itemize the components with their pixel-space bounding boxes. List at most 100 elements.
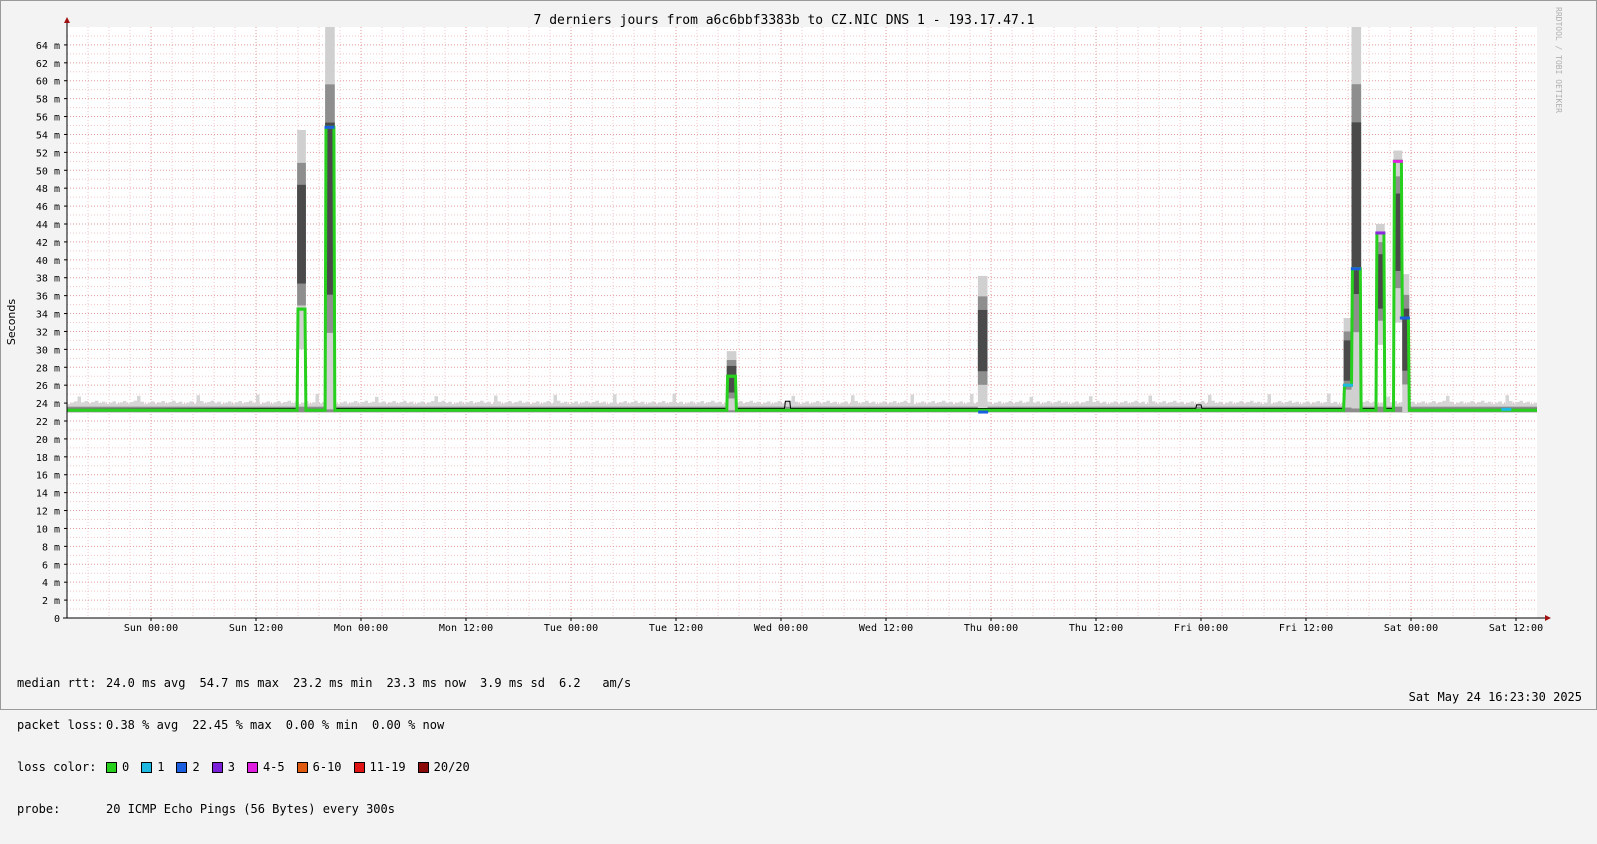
chart-title: 7 derniers jours from a6c6bbf3383b to CZ… <box>534 13 1035 28</box>
y-tick-label: 20 m <box>36 435 60 446</box>
y-tick-label: 36 m <box>36 292 60 303</box>
y-axis-arrow <box>64 17 70 23</box>
y-tick-label: 56 m <box>36 113 60 124</box>
loss-color-item: 1 <box>141 760 164 774</box>
loss-color-item: 4-5 <box>246 760 285 774</box>
y-tick-label: 24 m <box>36 399 60 410</box>
smokeping-graph: 7 derniers jours from a6c6bbf3383b to CZ… <box>0 0 1597 816</box>
median-rtt-ams: 6.2 am/s <box>558 676 632 690</box>
probe-label: probe: <box>17 802 61 816</box>
y-tick-label: 46 m <box>36 202 60 213</box>
median-rtt-max: 54.7 ms max <box>199 676 279 690</box>
y-tick-label: 22 m <box>36 417 60 428</box>
packet-loss-label: packet loss: <box>17 718 104 732</box>
loss-marker <box>978 410 989 414</box>
loss-marker <box>1343 383 1353 387</box>
y-tick-label: 8 m <box>42 542 60 553</box>
y-tick-label: 48 m <box>36 184 60 195</box>
median-rtt-row: median rtt: 24.0 ms avg 54.7 ms max 23.2… <box>17 676 645 690</box>
y-tick-label: 54 m <box>36 130 60 141</box>
y-tick-label: 34 m <box>36 310 60 321</box>
packet-loss-max: 22.45 % max <box>192 718 272 732</box>
y-tick-label: 60 m <box>36 77 60 88</box>
smoke-spike-core <box>977 309 988 372</box>
loss-color-item: 11-19 <box>353 760 406 774</box>
loss-marker <box>1399 316 1410 320</box>
y-tick-label: 28 m <box>36 363 60 374</box>
y-tick-label: 30 m <box>36 345 60 356</box>
loss-color-item-label: 4-5 <box>262 760 285 774</box>
median-rtt-label: median rtt: <box>17 676 97 690</box>
loss-marker <box>1375 231 1386 235</box>
median-rtt-now: 23.3 ms now <box>386 676 466 690</box>
y-tick-label: 12 m <box>36 507 60 518</box>
smoke-core <box>1397 406 1401 413</box>
loss-marker <box>1392 159 1403 163</box>
y-tick-label: 42 m <box>36 238 60 249</box>
x-tick-label: Sat 12:00 <box>1489 623 1543 634</box>
y-tick-label: 10 m <box>36 524 60 535</box>
loss-color-swatch <box>246 761 258 773</box>
loss-color-item: 3 <box>211 760 235 774</box>
y-tick-label: 62 m <box>36 59 60 70</box>
rrdtool-watermark: RRDTOOL / TOBI OETIKER <box>1554 7 1563 113</box>
loss-color-item-label: 2 <box>192 760 200 774</box>
y-tick-label: 50 m <box>36 166 60 177</box>
y-tick-label: 40 m <box>36 256 60 267</box>
x-tick-label: Tue 12:00 <box>649 623 703 634</box>
loss-color-swatch <box>176 761 188 773</box>
loss-color-item: 0 <box>106 760 129 774</box>
loss-color-item-label: 3 <box>227 760 235 774</box>
probe-row: probe: 20 ICMP Echo Pings (56 Bytes) eve… <box>17 802 645 816</box>
loss-color-swatch <box>106 761 117 773</box>
median-rtt-avg: 24.0 ms avg <box>106 676 186 690</box>
median-rtt-min: 23.2 ms min <box>292 676 373 690</box>
probe-value: 20 ICMP Echo Pings (56 Bytes) every 300s <box>106 802 395 816</box>
x-tick-label: Wed 00:00 <box>754 623 808 634</box>
loss-color-label: loss color: <box>17 760 97 774</box>
x-tick-label: Sun 12:00 <box>229 623 283 634</box>
loss-color-item-label: 20/20 <box>433 760 470 774</box>
y-tick-label: 2 m <box>42 596 60 607</box>
x-tick-label: Sat 00:00 <box>1384 623 1438 634</box>
y-tick-label: 26 m <box>36 381 60 392</box>
x-tick-label: Tue 00:00 <box>544 623 598 634</box>
y-tick-label: 0 <box>54 614 60 625</box>
y-tick-label: 44 m <box>36 220 60 231</box>
graph-timestamp: Sat May 24 16:23:30 2025 <box>1408 690 1582 704</box>
x-tick-label: Thu 12:00 <box>1069 623 1123 634</box>
y-tick-label: 6 m <box>42 560 60 571</box>
loss-marker <box>726 374 737 378</box>
x-tick-label: Fri 00:00 <box>1174 623 1228 634</box>
loss-color-swatch <box>141 761 153 773</box>
loss-color-item: 6-10 <box>296 760 342 774</box>
packet-loss-avg: 0.38 % avg <box>106 718 179 732</box>
x-tick-label: Wed 12:00 <box>859 623 913 634</box>
y-tick-label: 14 m <box>36 489 60 500</box>
loss-color-swatch <box>417 761 429 773</box>
loss-marker <box>1350 267 1361 271</box>
loss-color-swatch <box>353 761 365 773</box>
loss-marker <box>296 307 307 311</box>
packet-loss-now: 0.00 % now <box>371 718 445 732</box>
packet-loss-min: 0.00 % min <box>285 718 358 732</box>
loss-color-item-label: 1 <box>157 760 165 774</box>
x-tick-label: Mon 12:00 <box>439 623 493 634</box>
y-tick-label: 58 m <box>36 95 60 106</box>
y-axis-label: Seconds <box>5 299 18 345</box>
y-tick-label: 18 m <box>36 453 60 464</box>
loss-marker <box>324 125 335 129</box>
loss-color-item-label: 6-10 <box>312 760 342 774</box>
loss-color-row: loss color: 0 1 2 3 4-5 6-10 11-19 20/20 <box>17 760 645 774</box>
loss-color-swatch <box>211 761 223 773</box>
loss-color-item-label: 0 <box>122 760 130 774</box>
median-rtt-sd: 3.9 ms sd <box>479 676 545 690</box>
x-tick-label: Thu 00:00 <box>964 623 1018 634</box>
x-tick-label: Mon 00:00 <box>334 623 388 634</box>
x-axis-arrow <box>1545 615 1551 621</box>
rtt-chart: 7 derniers jours from a6c6bbf3383b to CZ… <box>5 7 1563 634</box>
y-tick-label: 64 m <box>36 41 60 52</box>
loss-color-item-label: 11-19 <box>369 760 406 774</box>
x-tick-label: Sun 00:00 <box>124 623 178 634</box>
loss-marker <box>1501 407 1512 411</box>
